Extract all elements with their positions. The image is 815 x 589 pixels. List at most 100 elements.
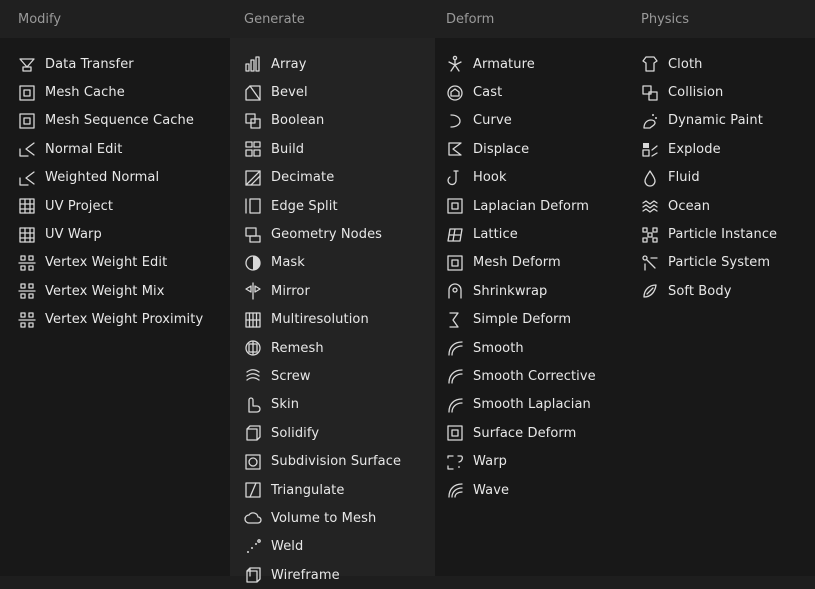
menu-item-edge-split[interactable]: Edge Split <box>244 192 401 220</box>
fluid-icon <box>641 169 659 187</box>
menu-item-cast[interactable]: Cast <box>446 78 596 106</box>
screw-icon <box>244 367 262 385</box>
menu-item-collision[interactable]: Collision <box>641 78 777 106</box>
menu-item-label: Subdivision Surface <box>271 454 402 470</box>
menu-item-label: Boolean <box>271 113 325 129</box>
menu-item-fluid[interactable]: Fluid <box>641 164 777 192</box>
menu-item-mesh-sequence-cache[interactable]: Mesh Sequence Cache <box>18 107 203 135</box>
menu-item-warp[interactable]: Warp <box>446 447 596 475</box>
menu-item-surface-deform[interactable]: Surface Deform <box>446 419 596 447</box>
physics-list: Cloth Collision Dynamic Paint Explode Fluid O… <box>641 50 777 306</box>
menu-item-label: Lattice <box>473 227 518 243</box>
menu-item-particle-instance[interactable]: Particle Instance <box>641 220 777 248</box>
menu-item-multiresolution[interactable]: Multiresolution <box>244 306 401 334</box>
boolean-icon <box>244 112 262 130</box>
menu-item-smooth-corrective[interactable]: Smooth Corrective <box>446 362 596 390</box>
menu-item-boolean[interactable]: Boolean <box>244 107 401 135</box>
menu-item-data-transfer[interactable]: Data Transfer <box>18 50 203 78</box>
menu-item-weighted-normal[interactable]: Weighted Normal <box>18 164 203 192</box>
menu-item-normal-edit[interactable]: Normal Edit <box>18 135 203 163</box>
vertex-weight-proximity-icon <box>18 311 36 329</box>
menu-item-label: Warp <box>473 454 507 470</box>
menu-item-mesh-cache[interactable]: Mesh Cache <box>18 78 203 106</box>
menu-item-smooth-laplacian[interactable]: Smooth Laplacian <box>446 391 596 419</box>
menu-item-wireframe[interactable]: Wireframe <box>244 561 401 589</box>
menu-item-label: Ocean <box>668 198 711 214</box>
menu-item-label: Skin <box>271 397 300 413</box>
menu-item-mesh-deform[interactable]: Mesh Deform <box>446 249 596 277</box>
menu-item-smooth[interactable]: Smooth <box>446 334 596 362</box>
menu-header <box>0 0 815 38</box>
menu-item-label: Soft Body <box>668 283 732 299</box>
mesh-deform-icon <box>446 254 464 272</box>
menu-item-triangulate[interactable]: Triangulate <box>244 476 401 504</box>
menu-item-label: Solidify <box>271 425 320 441</box>
menu-item-vertex-weight-edit[interactable]: Vertex Weight Edit <box>18 249 203 277</box>
menu-item-solidify[interactable]: Solidify <box>244 419 401 447</box>
cloth-icon <box>641 55 659 73</box>
vertex-weight-mix-icon <box>18 282 36 300</box>
menu-item-label: UV Project <box>45 198 114 214</box>
menu-item-lattice[interactable]: Lattice <box>446 220 596 248</box>
mesh-sequence-cache-icon <box>18 112 36 130</box>
menu-item-label: Vertex Weight Edit <box>45 255 168 271</box>
menu-item-bevel[interactable]: Bevel <box>244 78 401 106</box>
menu-item-geometry-nodes[interactable]: Geometry Nodes <box>244 220 401 248</box>
menu-item-explode[interactable]: Explode <box>641 135 777 163</box>
normal-edit-icon <box>18 140 36 158</box>
menu-item-shrinkwrap[interactable]: Shrinkwrap <box>446 277 596 305</box>
menu-item-vertex-weight-mix[interactable]: Vertex Weight Mix <box>18 277 203 305</box>
menu-item-uv-project[interactable]: UV Project <box>18 192 203 220</box>
menu-item-skin[interactable]: Skin <box>244 391 401 419</box>
menu-item-cloth[interactable]: Cloth <box>641 50 777 78</box>
menu-item-label: Curve <box>473 113 512 129</box>
menu-item-label: Laplacian Deform <box>473 198 590 214</box>
menu-item-label: Build <box>271 141 305 157</box>
menu-item-ocean[interactable]: Ocean <box>641 192 777 220</box>
menu-item-simple-deform[interactable]: Simple Deform <box>446 306 596 334</box>
menu-item-curve[interactable]: Curve <box>446 107 596 135</box>
menu-item-label: Data Transfer <box>45 56 134 72</box>
menu-item-label: UV Warp <box>45 227 102 243</box>
menu-item-label: Weighted Normal <box>45 170 160 186</box>
menu-item-particle-system[interactable]: Particle System <box>641 249 777 277</box>
menu-item-displace[interactable]: Displace <box>446 135 596 163</box>
menu-item-mask[interactable]: Mask <box>244 249 401 277</box>
menu-item-volume-to-mesh[interactable]: Volume to Mesh <box>244 504 401 532</box>
menu-item-label: Simple Deform <box>473 312 572 328</box>
menu-item-wave[interactable]: Wave <box>446 476 596 504</box>
menu-item-label: Normal Edit <box>45 141 123 157</box>
menu-item-vertex-weight-proximity[interactable]: Vertex Weight Proximity <box>18 306 203 334</box>
generate-list: Array Bevel Boolean Build Decimate Edge Split… <box>244 50 401 589</box>
menu-item-laplacian-deform[interactable]: Laplacian Deform <box>446 192 596 220</box>
menu-item-label: Shrinkwrap <box>473 283 548 299</box>
menu-item-uv-warp[interactable]: UV Warp <box>18 220 203 248</box>
menu-item-remesh[interactable]: Remesh <box>244 334 401 362</box>
uv-project-icon <box>18 197 36 215</box>
menu-item-label: Mesh Sequence Cache <box>45 113 194 129</box>
menu-item-subdivision-surface[interactable]: Subdivision Surface <box>244 447 401 475</box>
ocean-icon <box>641 197 659 215</box>
menu-item-label: Multiresolution <box>271 312 369 328</box>
deform-list: Armature Cast Curve Displace Hook Laplacian D… <box>446 50 596 504</box>
shrinkwrap-icon <box>446 282 464 300</box>
menu-item-soft-body[interactable]: Soft Body <box>641 277 777 305</box>
mesh-cache-icon <box>18 84 36 102</box>
menu-item-label: Mesh Deform <box>473 255 561 271</box>
menu-item-screw[interactable]: Screw <box>244 362 401 390</box>
menu-item-label: Edge Split <box>271 198 338 214</box>
menu-item-dynamic-paint[interactable]: Dynamic Paint <box>641 107 777 135</box>
remesh-icon <box>244 339 262 357</box>
menu-item-weld[interactable]: Weld <box>244 533 401 561</box>
build-icon <box>244 140 262 158</box>
menu-item-array[interactable]: Array <box>244 50 401 78</box>
menu-item-label: Smooth <box>473 340 524 356</box>
menu-item-armature[interactable]: Armature <box>446 50 596 78</box>
menu-item-decimate[interactable]: Decimate <box>244 164 401 192</box>
curve-icon <box>446 112 464 130</box>
smooth-icon <box>446 339 464 357</box>
menu-item-mirror[interactable]: Mirror <box>244 277 401 305</box>
menu-item-hook[interactable]: Hook <box>446 164 596 192</box>
bevel-icon <box>244 84 262 102</box>
menu-item-build[interactable]: Build <box>244 135 401 163</box>
